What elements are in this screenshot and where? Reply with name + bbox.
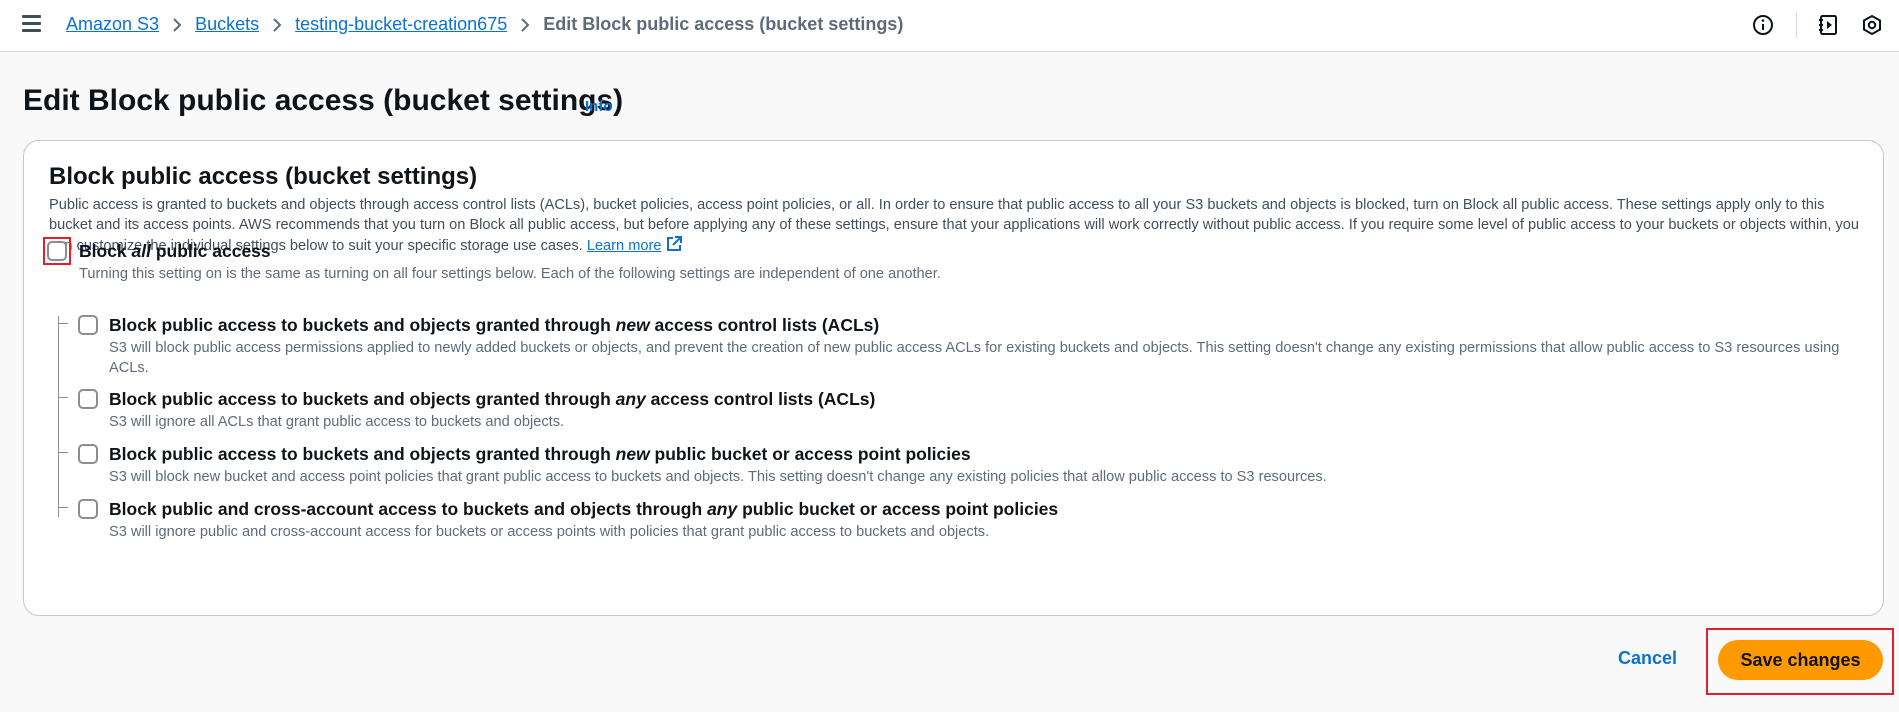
- block-all-label-post: public access: [151, 241, 271, 261]
- block-all-label: Block all public access: [79, 241, 271, 262]
- top-navigation-bar: Amazon S3 Buckets testing-bucket-creatio…: [0, 0, 1899, 52]
- option-any-acls-checkbox[interactable]: [78, 389, 98, 409]
- option-new-acls-description: S3 will block public access permissions …: [109, 340, 1840, 376]
- block-all-label-pre: Block: [79, 241, 132, 261]
- panel-description-text: Public access is granted to buckets and …: [49, 197, 1859, 254]
- learn-more-link[interactable]: Learn more: [587, 238, 662, 254]
- option-new-acls-checkbox[interactable]: [78, 315, 98, 335]
- info-circle-icon[interactable]: [1750, 12, 1776, 38]
- option-any-acls-label: Block public access to buckets and objec…: [109, 389, 875, 410]
- option-label-pre: Block public access to buckets and objec…: [109, 389, 616, 409]
- option-label-pre: Block public access to buckets and objec…: [109, 315, 616, 335]
- option-label-em: new: [615, 315, 650, 335]
- panel-title: Block public access (bucket settings): [49, 163, 478, 190]
- block-all-description: Turning this setting on is the same as t…: [79, 266, 941, 282]
- save-changes-button[interactable]: Save changes: [1718, 640, 1883, 680]
- option-label-post: access control lists (ACLs): [649, 315, 880, 335]
- cancel-button[interactable]: Cancel: [1618, 648, 1677, 669]
- breadcrumb-current: Edit Block public access (bucket setting…: [543, 13, 904, 34]
- block-public-access-panel: Block public access (bucket settings) Pu…: [23, 140, 1884, 616]
- option-new-policies-label: Block public access to buckets and objec…: [109, 444, 971, 465]
- option-label-pre: Block public access to buckets and objec…: [109, 444, 616, 464]
- tree-branch: [58, 452, 68, 453]
- option-any-policies-label: Block public and cross-account access to…: [109, 499, 1058, 520]
- page-title: Edit Block public access (bucket setting…: [23, 84, 624, 117]
- breadcrumb: Amazon S3 Buckets testing-bucket-creatio…: [66, 12, 903, 36]
- option-label-em: any: [615, 389, 646, 409]
- option-label-em: any: [707, 499, 738, 519]
- option-any-policies-description: S3 will ignore public and cross-account …: [109, 524, 990, 540]
- breadcrumb-buckets[interactable]: Buckets: [195, 14, 259, 35]
- chevron-right-icon: [259, 14, 295, 35]
- breadcrumb-bucket-name[interactable]: testing-bucket-creation675: [295, 14, 507, 35]
- settings-hex-icon[interactable]: [1859, 12, 1885, 38]
- option-label-post: public bucket or access point policies: [737, 499, 1059, 519]
- option-any-acls-description: S3 will ignore all ACLs that grant publi…: [109, 414, 565, 430]
- panel-description: Public access is granted to buckets and …: [49, 195, 1869, 259]
- info-link[interactable]: Info: [585, 98, 613, 115]
- external-link-icon[interactable]: [665, 235, 683, 259]
- option-new-acls-label: Block public access to buckets and objec…: [109, 315, 879, 336]
- option-label-pre: Block public and cross-account access to…: [109, 499, 708, 519]
- block-all-checkbox[interactable]: [47, 241, 67, 261]
- option-label-em: new: [615, 444, 650, 464]
- menu-hamburger-icon[interactable]: [22, 15, 42, 33]
- option-any-policies-checkbox[interactable]: [78, 499, 98, 519]
- chevron-right-icon: [159, 14, 195, 35]
- icon-divider: [1796, 12, 1797, 38]
- breadcrumb-amazon-s3[interactable]: Amazon S3: [66, 14, 159, 35]
- chevron-right-icon: [507, 14, 543, 35]
- block-all-label-em: all: [131, 241, 151, 261]
- tree-connector: [58, 316, 59, 517]
- tree-branch: [58, 323, 68, 324]
- notebook-icon[interactable]: [1815, 12, 1841, 38]
- tree-branch: [58, 397, 68, 398]
- option-new-policies-description: S3 will block new bucket and access poin…: [109, 469, 1327, 485]
- option-label-post: public bucket or access point policies: [649, 444, 971, 464]
- option-new-policies-checkbox[interactable]: [78, 444, 98, 464]
- tree-branch: [58, 507, 68, 508]
- option-label-post: access control lists (ACLs): [645, 389, 876, 409]
- top-utility-icons: [1750, 12, 1885, 38]
